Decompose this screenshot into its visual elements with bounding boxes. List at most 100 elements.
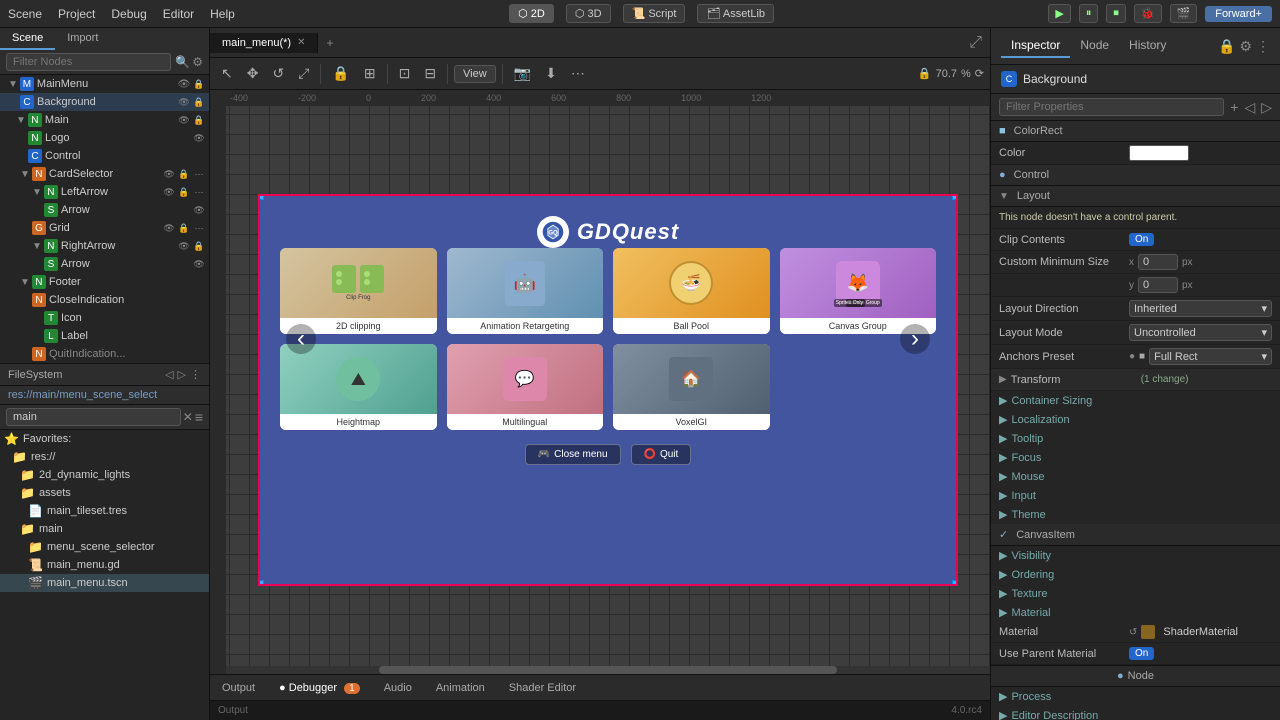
section-visibility[interactable]: ▶ Visibility — [991, 546, 1280, 565]
tree-item-icon[interactable]: T Icon — [0, 309, 209, 327]
fs-main-tscn[interactable]: 🎬 main_menu.tscn — [0, 574, 209, 592]
tree-item-quitind[interactable]: N QuitIndication... — [0, 345, 209, 363]
handle-bottom[interactable] — [604, 584, 612, 586]
section-process[interactable]: ▶ Process — [991, 687, 1280, 706]
tree-item-rightarrow[interactable]: ▼ N RightArrow 👁 🔒 — [0, 237, 209, 255]
scrollbar-thumb-h[interactable] — [379, 666, 837, 674]
mode-script[interactable]: 📜 Script — [623, 4, 686, 23]
pause-button[interactable]: ⏸ — [1079, 4, 1099, 23]
add-property-btn[interactable]: + — [1230, 99, 1238, 115]
tree-item-grid[interactable]: G Grid 👁 🔒 ⋯ — [0, 219, 209, 237]
custom-size-y[interactable] — [1138, 277, 1178, 293]
fs-main-folder[interactable]: 📁 main — [0, 520, 209, 538]
fs-menu-scene-selector[interactable]: 📁 menu_scene_selector — [0, 538, 209, 556]
play-button[interactable]: ▶ — [1048, 4, 1070, 23]
tree-item-closeind[interactable]: N CloseIndication — [0, 291, 209, 309]
tab-main-menu[interactable]: main_menu(*) ✕ — [210, 33, 318, 53]
menu-editor[interactable]: Editor — [163, 7, 194, 21]
search-nav-next[interactable]: ▷ — [1261, 99, 1272, 116]
tree-item-mainmenu[interactable]: ▼ M MainMenu 👁 🔒 — [0, 75, 209, 93]
eye-mainmenu[interactable]: 👁 — [178, 78, 190, 90]
section-container-sizing[interactable]: ▶ Container Sizing — [991, 391, 1280, 410]
expand-icon[interactable]: ⤢ — [961, 34, 990, 52]
tree-item-logo[interactable]: N Logo 👁 — [0, 129, 209, 147]
more-grid[interactable]: ⋯ — [193, 222, 205, 234]
fs-menu-btn[interactable]: ⋮ — [190, 368, 201, 381]
zoom-reset-btn[interactable]: ⟳ — [975, 67, 984, 80]
fs-assets[interactable]: 📁 assets — [0, 484, 209, 502]
vis-grid[interactable]: 👁 — [163, 222, 175, 234]
vis-main[interactable]: 👁 — [178, 114, 190, 126]
lock-main[interactable]: 🔒 — [193, 114, 205, 126]
tree-item-leftarrow[interactable]: ▼ N LeftArrow 👁 🔒 ⋯ — [0, 183, 209, 201]
movie-button[interactable]: 🎬 — [1170, 4, 1198, 23]
section-material[interactable]: ▶ Material — [991, 603, 1280, 622]
lock-background[interactable]: 🔒 — [193, 96, 205, 108]
quit-btn[interactable]: ⭕ Quit — [631, 444, 692, 465]
forward-button[interactable]: Forward+ — [1205, 6, 1272, 22]
use-parent-toggle[interactable]: On — [1129, 647, 1154, 660]
fs-main-tileset[interactable]: 📄 main_tileset.tres — [0, 502, 209, 520]
tab-shader-editor[interactable]: Shader Editor — [497, 679, 588, 697]
nav-right-arrow[interactable]: › — [900, 324, 930, 354]
section-control[interactable]: ● Control — [991, 165, 1280, 186]
section-tooltip[interactable]: ▶ Tooltip — [991, 429, 1280, 448]
fs-close-icon[interactable]: ✕ — [183, 410, 193, 424]
lock-mainmenu[interactable]: 🔒 — [193, 78, 205, 90]
card-ball-pool[interactable]: 🍜 Ball Pool — [613, 248, 770, 334]
handle-right[interactable] — [956, 386, 958, 394]
more-cs[interactable]: ⋯ — [193, 168, 205, 180]
tree-item-control[interactable]: C Control — [0, 147, 209, 165]
card-multilingual[interactable]: 💬 Multilingual — [447, 344, 604, 430]
view-btn[interactable]: View — [454, 65, 496, 83]
vis-ra[interactable]: 👁 — [178, 240, 190, 252]
tab-node[interactable]: Node — [1070, 34, 1119, 58]
rotate-tool[interactable]: ↺ — [267, 62, 289, 85]
inspector-filter-icon[interactable]: ⚙ — [1239, 38, 1252, 55]
clip-toggle[interactable]: On — [1129, 233, 1154, 246]
lock-grid[interactable]: 🔒 — [178, 222, 190, 234]
custom-size-x[interactable] — [1138, 254, 1178, 270]
vis-a1[interactable]: 👁 — [193, 204, 205, 216]
vis-logo[interactable]: 👁 — [193, 132, 205, 144]
more-btn[interactable]: ⋯ — [566, 62, 590, 85]
group-btn[interactable]: ⊞ — [359, 62, 381, 85]
tree-item-cardselector[interactable]: ▼ N CardSelector 👁 🔒 ⋯ — [0, 165, 209, 183]
section-texture[interactable]: ▶ Texture — [991, 584, 1280, 603]
color-swatch[interactable] — [1129, 145, 1189, 161]
tab-inspector[interactable]: Inspector — [1001, 34, 1070, 58]
close-menu-btn[interactable]: 🎮 Close menu — [525, 444, 621, 465]
camera-btn[interactable]: 📷 — [509, 62, 536, 85]
fs-res[interactable]: 📁 res:// — [0, 448, 209, 466]
menu-project[interactable]: Project — [58, 7, 95, 21]
handle-left[interactable] — [258, 386, 260, 394]
handle-bl[interactable] — [258, 580, 264, 586]
tab-audio[interactable]: Audio — [372, 679, 424, 697]
mode-3d[interactable]: ⬡ 3D — [566, 4, 611, 23]
section-canvasitem[interactable]: ✓ CanvasItem — [991, 524, 1280, 546]
fs-main-gd[interactable]: 📜 main_menu.gd — [0, 556, 209, 574]
move-tool[interactable]: ✥ — [242, 62, 264, 85]
fs-back-btn[interactable]: ◁ — [165, 368, 173, 381]
inspector-lock-icon[interactable]: 🔒 — [1218, 38, 1235, 55]
tab-animation[interactable]: Animation — [424, 679, 497, 697]
fs-list-icon[interactable]: ≡ — [195, 409, 203, 425]
filter-properties-input[interactable] — [999, 98, 1224, 116]
tab-debugger[interactable]: ● Debugger 1 — [267, 679, 372, 697]
tree-item-arrow2[interactable]: S Arrow 👁 — [0, 255, 209, 273]
select-tool[interactable]: ↖ — [216, 62, 238, 85]
scene-settings-icon[interactable]: ⚙ — [192, 55, 203, 69]
section-layout[interactable]: ▼ Layout — [991, 186, 1280, 207]
lock-la[interactable]: 🔒 — [178, 186, 190, 198]
section-mouse[interactable]: ▶ Mouse — [991, 467, 1280, 486]
fs-path-text[interactable]: res://main/menu_scene_select — [8, 389, 157, 401]
card-canvas-group[interactable]: 🦊 Canvas Group Sprites Only Canvas Group — [780, 248, 937, 334]
tab-add-btn[interactable]: + — [318, 32, 341, 54]
section-theme[interactable]: ▶ Theme — [991, 505, 1280, 524]
mat-reload-icon[interactable]: ↺ — [1129, 627, 1137, 638]
debug-button[interactable]: 🐞 — [1134, 4, 1162, 23]
vis-a2[interactable]: 👁 — [193, 258, 205, 270]
section-colorrect[interactable]: ■ ColorRect — [991, 121, 1280, 142]
handle-tl[interactable] — [258, 194, 264, 200]
lock-ra[interactable]: 🔒 — [193, 240, 205, 252]
